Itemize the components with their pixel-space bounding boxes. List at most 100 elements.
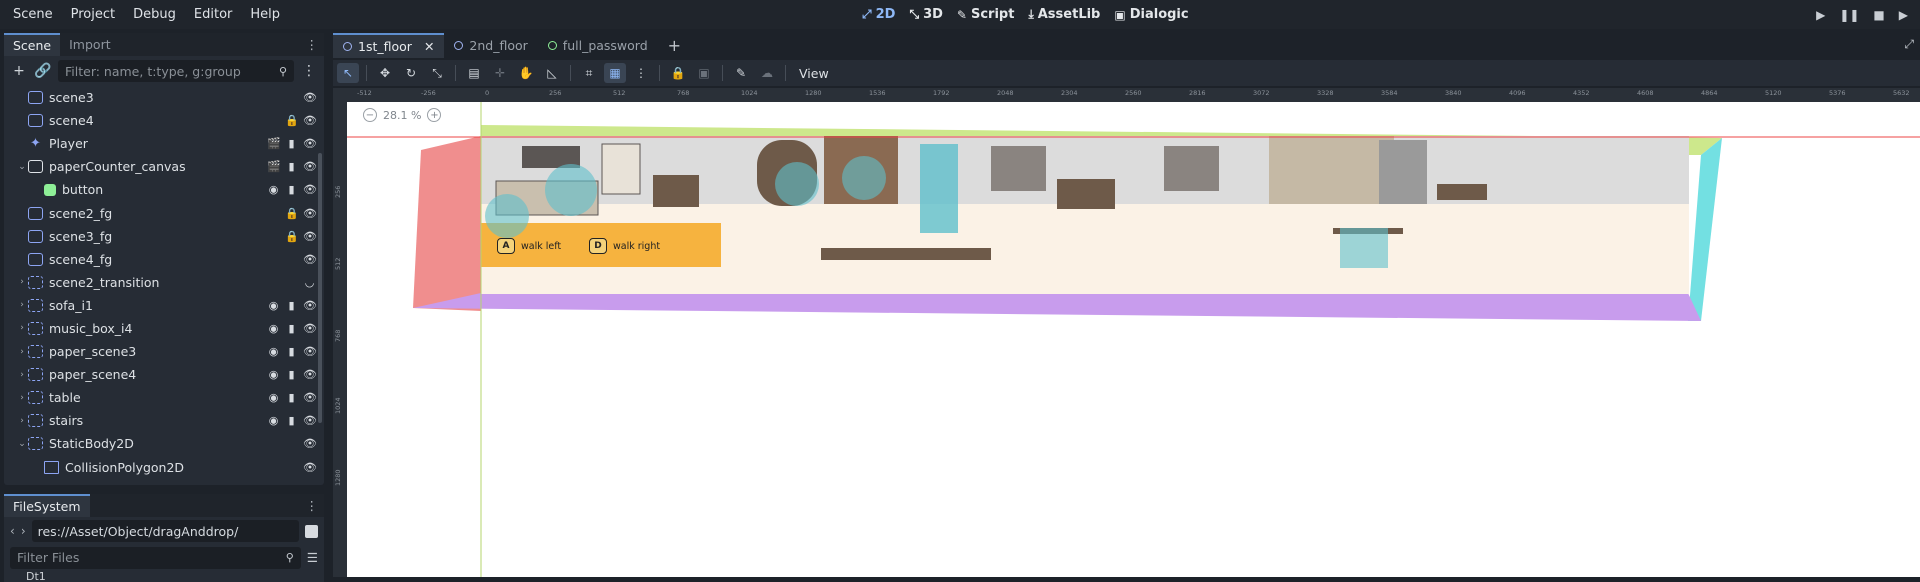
menu-help[interactable]: Help [241, 0, 289, 29]
smart-snap-icon[interactable]: ⌗ [578, 63, 600, 83]
stop-icon[interactable]: ■ [1873, 8, 1884, 22]
lock-icon[interactable]: 🔒 [285, 207, 299, 220]
visibility-eye-icon[interactable]: 👁 [303, 299, 317, 312]
link-icon[interactable]: 🔗 [34, 63, 52, 79]
signal-icon[interactable]: ◉ [267, 414, 280, 427]
tab-full-password[interactable]: full_password [538, 33, 658, 58]
tab-2nd-floor[interactable]: 2nd_floor [444, 33, 537, 58]
visibility-eye-icon[interactable]: 👁 [303, 391, 317, 404]
filesystem-filter-input[interactable] [17, 550, 286, 565]
split-view-icon[interactable] [305, 524, 318, 538]
select-mode-icon[interactable]: ↖ [337, 63, 359, 83]
forward-icon[interactable]: › [21, 524, 26, 538]
visibility-eye-icon[interactable]: 👁 [303, 183, 317, 196]
signal-icon[interactable]: ◉ [267, 368, 280, 381]
visibility-eye-icon[interactable]: 👁 [303, 230, 317, 243]
sort-icon[interactable]: ☰ [307, 550, 318, 565]
workspace-3d-button[interactable]: ⤡ 3D [909, 7, 942, 22]
tree-row-sofa-i1[interactable]: › sofa_i1 ◉ ▮ 👁 [4, 294, 324, 317]
visibility-eye-icon[interactable]: 👁 [303, 414, 317, 427]
visibility-eye-icon[interactable]: 👁 [303, 437, 317, 450]
tree-row-collisionpolygon2d[interactable]: CollisionPolygon2D 👁 [4, 456, 324, 479]
script-icon[interactable]: ▮ [285, 160, 298, 173]
chevron-right-icon[interactable]: › [16, 393, 28, 403]
clapper-icon[interactable]: 🎬 [267, 160, 281, 173]
menu-project[interactable]: Project [62, 0, 124, 29]
lock-icon[interactable]: 🔒 [285, 230, 299, 243]
tree-row-stairs[interactable]: › stairs ◉ ▮ 👁 [4, 409, 324, 432]
tree-row-paper-scene4[interactable]: › paper_scene4 ◉ ▮ 👁 [4, 363, 324, 386]
list-select-icon[interactable]: ▤ [463, 63, 485, 83]
add-tab-button[interactable]: + [658, 33, 691, 58]
lock-icon[interactable]: 🔒 [667, 63, 689, 83]
ruler-mode-icon[interactable]: ◺ [541, 63, 563, 83]
tree-row-scene2-fg[interactable]: scene2_fg 🔒 👁 [4, 201, 324, 224]
menu-editor[interactable]: Editor [185, 0, 241, 29]
tree-row-scene3[interactable]: scene3 👁 [4, 86, 324, 109]
zoom-level[interactable]: 28.1 % [383, 109, 421, 122]
tree-row-button[interactable]: button ◉ ▮ 👁 [4, 178, 324, 201]
tree-row-papercounter-canvas[interactable]: ⌄ paperCounter_canvas 🎬 ▮ 👁 [4, 155, 324, 178]
view-menu-button[interactable]: View [793, 66, 835, 81]
filesystem-path-field[interactable]: res://Asset/Object/dragAnddrop/ [31, 520, 299, 542]
chevron-down-icon[interactable]: ⌄ [16, 162, 28, 172]
grid-snap-icon[interactable]: ▦ [604, 63, 626, 83]
signal-icon[interactable]: ◉ [267, 183, 280, 196]
script-icon[interactable]: ▮ [285, 391, 298, 404]
tree-row-scene2-transition[interactable]: › scene2_transition ◡ [4, 271, 324, 294]
script-icon[interactable]: ▮ [285, 368, 298, 381]
close-icon[interactable]: ✕ [424, 39, 434, 54]
signal-icon[interactable]: ◉ [267, 391, 280, 404]
script-icon[interactable]: ▮ [285, 345, 298, 358]
lock-icon[interactable]: 🔒 [285, 114, 299, 127]
snap-options-icon[interactable]: ⋮ [630, 63, 652, 83]
tab-import[interactable]: Import [60, 33, 120, 56]
signal-icon[interactable]: ◉ [267, 322, 280, 335]
script-icon[interactable]: ▮ [285, 299, 298, 312]
zoom-in-icon[interactable]: + [427, 108, 442, 122]
cloud-icon[interactable]: ☁ [756, 63, 778, 83]
chevron-right-icon[interactable]: › [16, 370, 28, 380]
distraction-free-icon[interactable]: ⤢ [1904, 37, 1914, 52]
visibility-eye-icon[interactable]: 👁 [303, 91, 317, 104]
workspace-script-button[interactable]: ✎ Script [957, 7, 1015, 22]
tree-row-player[interactable]: ✦ Player 🎬 ▮ 👁 [4, 132, 324, 155]
scene-filter-input[interactable] [65, 63, 279, 79]
scale-mode-icon[interactable]: ⤡ [426, 63, 448, 83]
visibility-eye-icon[interactable]: 👁 [303, 345, 317, 358]
tab-1st-floor[interactable]: 1st_floor ✕ [333, 33, 445, 58]
menu-scene[interactable]: Scene [4, 0, 62, 29]
zoom-out-icon[interactable]: − [363, 108, 377, 122]
visibility-eye-icon[interactable]: 👁 [303, 322, 317, 335]
signal-icon[interactable]: ◉ [267, 299, 280, 312]
visibility-eye-icon[interactable]: 👁 [303, 207, 317, 220]
move-mode-icon[interactable]: ✥ [374, 63, 396, 83]
tree-row-scene4-fg[interactable]: scene4_fg 👁 [4, 248, 324, 271]
group-icon[interactable]: ▣ [693, 63, 715, 83]
signal-icon[interactable]: ◉ [267, 345, 280, 358]
chevron-right-icon[interactable]: › [16, 323, 28, 333]
chevron-right-icon[interactable]: › [16, 277, 28, 287]
play-scene-icon[interactable]: ▶ [1899, 8, 1908, 22]
chevron-right-icon[interactable]: › [16, 300, 28, 310]
tree-row-table[interactable]: › table ◉ ▮ 👁 [4, 386, 324, 409]
visibility-eye-icon[interactable]: 👁 [303, 253, 317, 266]
tree-row-staticbody2d[interactable]: ⌄ StaticBody2D 👁 [4, 432, 324, 455]
add-node-icon[interactable]: + [10, 63, 28, 79]
script-icon[interactable]: ▮ [285, 414, 298, 427]
play-icon[interactable]: ▶ [1816, 8, 1825, 22]
pause-icon[interactable]: ❚❚ [1839, 8, 1859, 22]
script-icon[interactable]: ▮ [285, 183, 298, 196]
bone-icon[interactable]: ✎ [730, 63, 752, 83]
tree-row-scene4[interactable]: scene4 🔒 👁 [4, 109, 324, 132]
tab-filesystem[interactable]: FileSystem [4, 494, 90, 517]
scene-tree-scrollbar[interactable] [318, 153, 322, 423]
fs-menu-icon[interactable]: ⋮ [306, 494, 325, 517]
hidden-eye-icon[interactable]: ◡ [303, 276, 316, 289]
workspace-assetlib-button[interactable]: ⤓ AssetLib [1028, 7, 1100, 22]
rotate-mode-icon[interactable]: ↻ [400, 63, 422, 83]
visibility-eye-icon[interactable]: 👁 [303, 461, 317, 474]
chevron-right-icon[interactable]: › [16, 347, 28, 357]
back-icon[interactable]: ‹ [10, 524, 15, 538]
script-icon[interactable]: ▮ [285, 137, 298, 150]
